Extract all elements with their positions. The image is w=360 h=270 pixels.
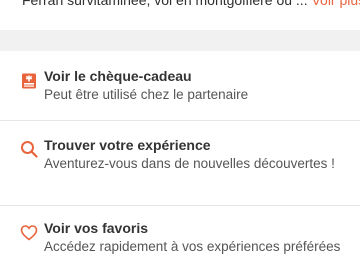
description-text: Ferran survitaminée, voi en montgolfière… [0, 0, 360, 9]
favorites-title: Voir vos favoris [44, 220, 149, 236]
description-content: Ferran survitaminée, voi en montgolfière… [22, 0, 308, 8]
view-favorites-item[interactable]: Voir vos favoris Accédez rapidement à vo… [0, 206, 360, 270]
find-experience-item[interactable]: Trouver votre expérience Aventurez-vous … [0, 121, 360, 205]
heart-icon [20, 224, 38, 242]
gift-card-icon [20, 72, 38, 90]
search-icon [20, 140, 38, 158]
view-gift-card-item[interactable]: Voir le chèque-cadeau Peut être utilisé … [0, 51, 360, 120]
gift-card-title: Voir le chèque-cadeau [44, 68, 192, 84]
section-separator [0, 30, 360, 51]
experience-subtitle: Aventurez-vous dans de nouvelles découve… [44, 156, 335, 171]
gift-card-subtitle: Peut être utilisé chez le partenaire [44, 87, 249, 102]
experience-title: Trouver votre expérience [44, 137, 211, 153]
favorites-subtitle: Accédez rapidement à vos expériences pré… [44, 239, 341, 254]
see-more-link[interactable]: Voir plus [311, 0, 360, 8]
